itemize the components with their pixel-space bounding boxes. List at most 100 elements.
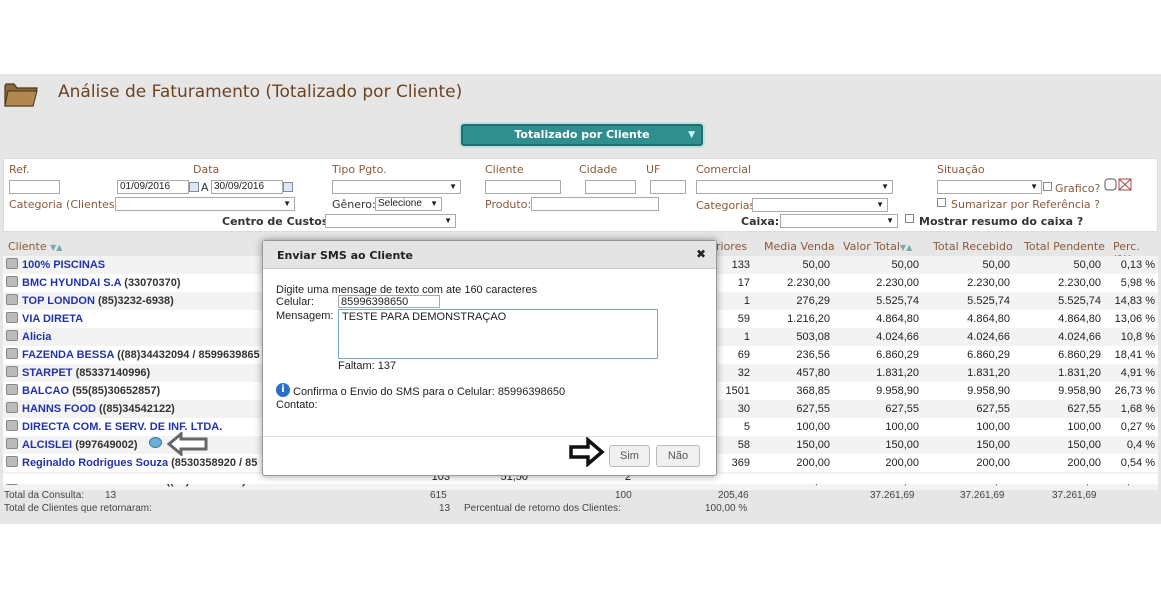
cell-pendente: 9.958,90 <box>1058 385 1101 397</box>
cell-perc: 13,06 % <box>1114 313 1155 325</box>
sim-button[interactable]: Sim <box>609 445 650 467</box>
client-name-text: TOP LONDON <box>22 295 95 307</box>
client-name[interactable]: Reginaldo Rodrigues Souza (8530358920 / … <box>22 457 257 469</box>
cell-recebido: 150,00 <box>976 439 1010 451</box>
cidade-input[interactable] <box>585 180 636 194</box>
client-name[interactable]: VIA DIRETA <box>22 313 83 325</box>
chevron-down-icon: ▼ <box>430 199 438 208</box>
col-perc[interactable]: Perc.(%) <box>1113 240 1158 266</box>
contato-label: Contato: <box>276 399 318 411</box>
mensagem-textarea[interactable]: TESTE PARA DEMONSTRAÇAO <box>338 309 658 359</box>
cliente-input[interactable] <box>485 180 561 194</box>
client-name[interactable]: Alicia <box>22 331 51 343</box>
calendar-icon[interactable] <box>189 182 199 192</box>
ref-input[interactable] <box>9 180 60 194</box>
cell-pendente: 6.860,29 <box>1058 349 1101 361</box>
cell-media: 50,00 <box>802 259 830 271</box>
situacao-select[interactable]: ▼ <box>937 180 1042 194</box>
cell-media: 276,29 <box>796 295 830 307</box>
cliente-label: Cliente <box>485 163 524 176</box>
page-title: Análise de Faturamento (Totalizado por C… <box>58 82 463 102</box>
chart-toggle-icon[interactable] <box>1104 178 1134 192</box>
chevron-down-icon: ▼ <box>283 199 291 208</box>
row-expand-icon[interactable] <box>6 420 18 431</box>
cell-media: 100,00 <box>796 421 830 433</box>
row-expand-icon[interactable] <box>6 258 18 269</box>
col-recebido[interactable]: Total Recebido <box>933 240 1013 256</box>
sms-icon[interactable] <box>149 437 162 448</box>
mensagem-label: Mensagem: <box>276 310 334 322</box>
nao-button[interactable]: Não <box>656 445 700 467</box>
client-name[interactable]: HANNS FOOD ((85)34542122) <box>22 403 175 415</box>
arrow-left-icon <box>167 432 208 456</box>
folder-icon <box>4 83 38 107</box>
date-to-input[interactable]: 30/09/2016 <box>211 180 283 194</box>
row-expand-icon[interactable] <box>6 456 18 467</box>
caixa-select[interactable]: ▼ <box>780 214 898 228</box>
cell-pendente: 2.230,00 <box>1058 277 1101 289</box>
row-expand-icon[interactable] <box>6 384 18 395</box>
client-name[interactable]: FAZENDA BESSA ((88)34432094 / 8599639865 <box>22 349 260 361</box>
grafico-checkbox[interactable] <box>1043 182 1052 191</box>
cell-media: 368,85 <box>796 385 830 397</box>
cell-pendente: 50,00 <box>1073 259 1101 271</box>
cell-perc: 0,13 % <box>1120 259 1155 271</box>
cell-pendente: 200,00 <box>1067 457 1101 469</box>
client-name-text: BALCAO <box>22 385 70 397</box>
genero-select[interactable]: Selecione ▼ <box>375 197 442 211</box>
cell-media: 1.216,20 <box>787 313 830 325</box>
col-media[interactable]: Media Venda <box>764 240 835 256</box>
row-expand-icon[interactable] <box>6 348 18 359</box>
mostrar-resumo-label: Mostrar resumo do caixa ? <box>919 215 1084 228</box>
centro-custos-select[interactable]: ▼ <box>325 214 456 228</box>
grafico-label: Grafico? <box>1055 182 1101 195</box>
col-valor-total[interactable]: Valor Total▼▲ <box>843 240 912 256</box>
caixa-label: Caixa: <box>741 215 780 228</box>
produto-input[interactable] <box>531 197 659 211</box>
footer-f3: 205,46 <box>718 490 749 501</box>
sumarizar-checkbox[interactable] <box>937 198 946 207</box>
comercial-select[interactable]: ▼ <box>696 180 893 194</box>
cell-recebido: 50,00 <box>982 259 1010 271</box>
tipo-pgto-select[interactable]: ▼ <box>332 180 461 194</box>
client-name[interactable]: 100% PISCINAS <box>22 259 105 271</box>
cell-recebido: 627,55 <box>976 403 1010 415</box>
client-name[interactable]: BMC HYUNDAI S.A (33070370) <box>22 277 181 289</box>
categoria-select[interactable]: ▼ <box>115 197 295 211</box>
client-name[interactable]: ALCISLEI (997649002) <box>22 439 138 451</box>
retorno-count: 13 <box>439 503 451 514</box>
row-expand-icon[interactable] <box>6 294 18 305</box>
row-expand-icon[interactable] <box>6 330 18 341</box>
total-consulta-label: Total da Consulta: <box>4 490 85 501</box>
client-name[interactable]: STARPET (85337140996) <box>22 367 150 379</box>
chevron-down-icon: ▼ <box>876 200 884 209</box>
sumarizar-label: Sumarizar por Referência ? <box>951 198 1101 211</box>
close-icon[interactable]: ✖ <box>696 247 706 261</box>
mostrar-resumo-checkbox[interactable] <box>905 214 914 223</box>
col-cliente[interactable]: Cliente ▼▲ <box>8 240 62 256</box>
row-expand-icon[interactable] <box>6 366 18 377</box>
calendar-icon[interactable] <box>283 182 293 192</box>
client-name[interactable]: TOP LONDON (85)3232-6938) <box>22 295 174 307</box>
col-pendente[interactable]: Total Pendente <box>1024 240 1105 256</box>
row-expand-icon[interactable] <box>6 402 18 413</box>
comercial-label: Comercial <box>696 163 752 176</box>
cell-valor: 4.864,80 <box>876 313 919 325</box>
col-anteriores[interactable]: riores <box>716 240 747 256</box>
cell-media: 2.230,00 <box>787 277 830 289</box>
cell-pendente: 4.864,80 <box>1058 313 1101 325</box>
cell-media: 503,08 <box>796 331 830 343</box>
client-name[interactable]: BALCAO (55(85)30652857) <box>22 385 160 397</box>
cell-pendente: 100,00 <box>1067 421 1101 433</box>
cell-pendente: 5.525,74 <box>1058 295 1101 307</box>
celular-input[interactable]: 85996398650 <box>338 295 440 308</box>
cell-valor: 2.230,00 <box>876 277 919 289</box>
row-expand-icon[interactable] <box>6 438 18 449</box>
client-name-text: VIA DIRETA <box>22 313 84 325</box>
view-select[interactable]: Totalizado por Cliente ▼ <box>461 124 703 146</box>
date-from-input[interactable]: 01/09/2016 <box>117 180 189 194</box>
uf-input[interactable] <box>650 180 686 194</box>
categorias-select[interactable]: ▼ <box>752 198 888 212</box>
row-expand-icon[interactable] <box>6 276 18 287</box>
row-expand-icon[interactable] <box>6 312 18 323</box>
